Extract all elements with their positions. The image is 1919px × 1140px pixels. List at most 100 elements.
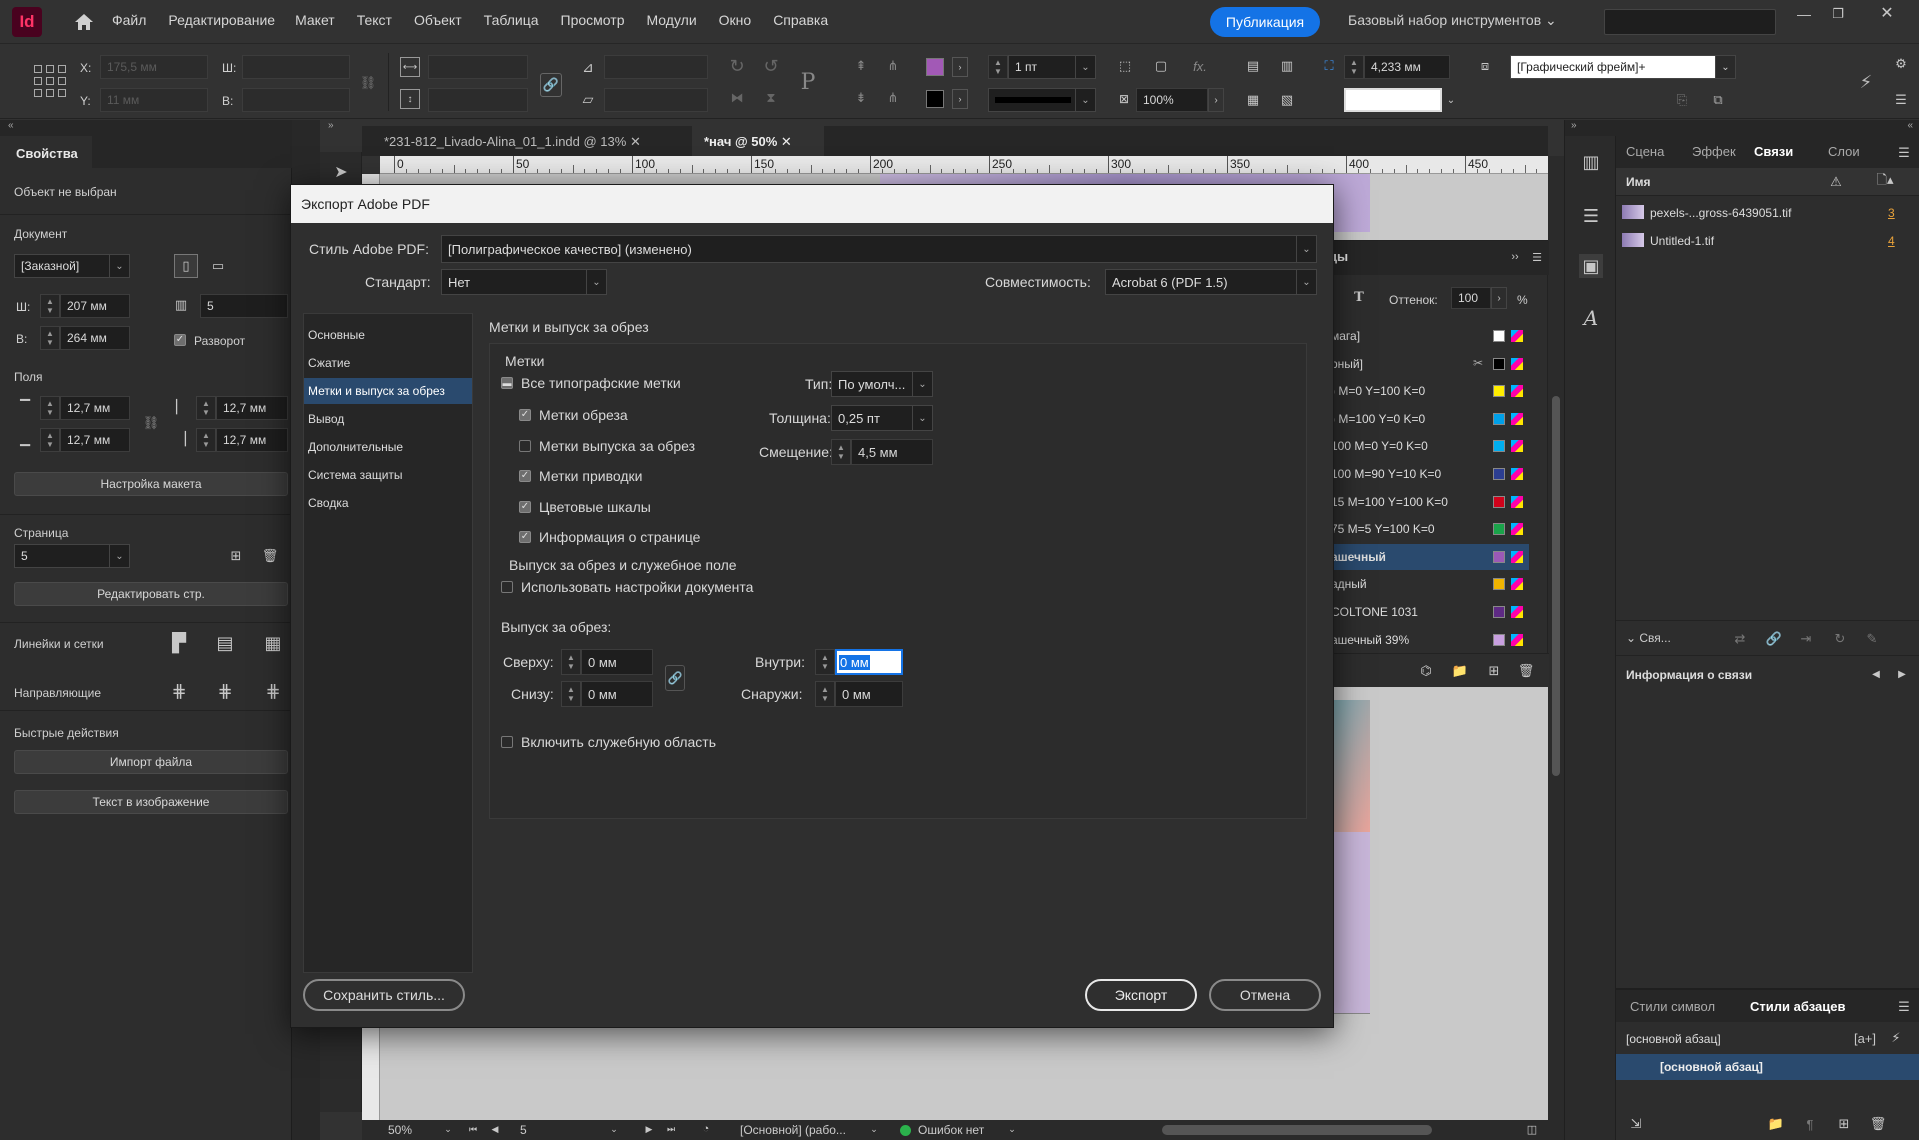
- doc-h-field[interactable]: 264 мм: [60, 326, 130, 350]
- scale-x-icon[interactable]: ⟷: [400, 57, 420, 77]
- horizontal-scrollbar[interactable]: [1162, 1125, 1432, 1135]
- link-page[interactable]: 4: [1888, 234, 1895, 248]
- preflight-profile-icon[interactable]: ◔: [698, 1122, 714, 1136]
- dialog-title-bar[interactable]: Экспорт Adobe PDF: [291, 185, 1333, 223]
- vertical-scrollbar[interactable]: [1548, 156, 1564, 1120]
- effects-fx-icon[interactable]: fx.: [1188, 55, 1212, 77]
- rotate-angle-icon[interactable]: ⊿: [578, 57, 598, 77]
- search-input[interactable]: [1604, 9, 1776, 35]
- errors-status[interactable]: Ошибок нет: [918, 1123, 984, 1137]
- links-tab[interactable]: Связи: [1754, 144, 1793, 159]
- errors-menu-icon[interactable]: ⌄: [1006, 1122, 1018, 1136]
- home-icon[interactable]: [72, 10, 96, 34]
- swatch-new-icon[interactable]: ⊞: [1485, 662, 1503, 680]
- menu-item[interactable]: Таблица: [484, 12, 539, 32]
- para-new-icon[interactable]: ⊞: [1834, 1114, 1854, 1134]
- corner-shape-icon[interactable]: ▢: [1150, 55, 1172, 77]
- wrap-jump-icon[interactable]: ▦: [1242, 89, 1264, 111]
- auto-fit-icon[interactable]: ⛶: [1318, 55, 1340, 77]
- p-transform-icon[interactable]: P: [794, 67, 822, 97]
- links-tab[interactable]: Слои: [1828, 144, 1860, 159]
- h-field[interactable]: [242, 88, 350, 112]
- para-style-row-selected[interactable]: [основной абзац]: [1616, 1054, 1919, 1080]
- swatch-row[interactable]: мага]: [1321, 323, 1529, 349]
- doc-preset-dropdown[interactable]: [Заказной] ⌄: [14, 254, 130, 278]
- ruler-icon[interactable]: ▛: [166, 630, 192, 656]
- relink-icon[interactable]: 🔗: [1764, 629, 1784, 649]
- layout-settings-button[interactable]: Настройка макета: [14, 472, 288, 496]
- goto-link-icon[interactable]: ⇥: [1796, 629, 1816, 649]
- doc-w-spinner[interactable]: ▲ ▼: [40, 294, 60, 318]
- stroke-weight-spinner[interactable]: ▲ ▼: [988, 55, 1008, 79]
- split-view-icon[interactable]: ◫: [1524, 1122, 1540, 1136]
- weight-dropdown[interactable]: 0,25 пт ⌄: [831, 405, 933, 431]
- dialog-nav-item[interactable]: Основные: [304, 322, 472, 348]
- swatch-row[interactable]: 100 M=90 Y=10 K=0: [1321, 461, 1529, 487]
- stroke-type-dropdown[interactable]: ⌄: [988, 88, 1096, 112]
- para-delete-icon[interactable]: 🗑: [1868, 1114, 1888, 1134]
- app-logo[interactable]: Id: [12, 7, 42, 37]
- tab-properties[interactable]: Свойства: [0, 136, 92, 168]
- doc-tab-1[interactable]: *231-812_Livado-Alina_01_1.indd @ 13% ✕: [372, 126, 692, 156]
- next-page-icon[interactable]: ▶: [642, 1122, 656, 1136]
- save-style-button[interactable]: Сохранить стиль...: [303, 979, 465, 1011]
- constrain-link-icon[interactable]: ⛓: [358, 73, 378, 93]
- menu-item[interactable]: Редактирование: [168, 12, 275, 32]
- para-tab[interactable]: Стили символ: [1630, 999, 1715, 1014]
- swatch-row[interactable]: COLTONE 1031: [1321, 599, 1529, 625]
- opacity-icon[interactable]: ⊠: [1114, 89, 1134, 109]
- swatch-row[interactable]: ашечный 39%: [1321, 627, 1529, 653]
- document-grid-icon[interactable]: ▦: [260, 630, 286, 656]
- bleed-link-icon[interactable]: 🔗: [665, 665, 685, 691]
- text-swatch-icon[interactable]: T: [1351, 289, 1367, 305]
- use-doc-settings-checkbox[interactable]: [501, 581, 513, 593]
- select-container-icon[interactable]: ⇞: [850, 55, 872, 77]
- swatch-row[interactable]: адный: [1321, 571, 1529, 597]
- swatch-folder-icon[interactable]: 📁: [1451, 662, 1469, 680]
- dialog-nav-item[interactable]: Метки и выпуск за обрез: [304, 378, 472, 404]
- para-quick-icon[interactable]: ⚡: [1886, 1028, 1906, 1048]
- top-field[interactable]: 0 мм: [581, 649, 653, 675]
- add-page-icon[interactable]: ⊞: [226, 546, 246, 566]
- stroke-menu-icon[interactable]: ›: [952, 89, 968, 109]
- w-field[interactable]: [242, 55, 350, 79]
- outside-spinner[interactable]: ▲ ▼: [815, 681, 835, 707]
- chain-icon[interactable]: 🔗: [540, 73, 562, 97]
- update-link-icon[interactable]: ↻: [1830, 629, 1850, 649]
- text-wrap-icon[interactable]: ▤: [1242, 55, 1264, 77]
- bottom-field[interactable]: 0 мм: [581, 681, 653, 707]
- ref-field[interactable]: 4,233 мм: [1364, 55, 1450, 79]
- slug-checkbox[interactable]: [501, 736, 513, 748]
- opacity-menu-icon[interactable]: ›: [1208, 88, 1224, 112]
- link-page[interactable]: 3: [1888, 206, 1895, 220]
- doc-w-field[interactable]: 207 мм: [60, 294, 130, 318]
- shear-field[interactable]: [604, 88, 708, 112]
- flip-v-icon[interactable]: ⧗: [760, 87, 782, 109]
- swatch-delete-icon[interactable]: 🗑: [1517, 662, 1535, 680]
- lock-guides-icon[interactable]: ⋕: [212, 678, 238, 704]
- page-menu-icon[interactable]: ⌄: [608, 1122, 620, 1136]
- mark-checkbox[interactable]: [519, 439, 531, 452]
- dialog-nav-item[interactable]: Дополнительные: [304, 434, 472, 460]
- para-menu-icon[interactable]: ☰: [1894, 998, 1914, 1016]
- page-status[interactable]: 5: [520, 1123, 527, 1137]
- scale-x-field[interactable]: [428, 55, 528, 79]
- collapse-panel-icon[interactable]: «: [8, 120, 14, 131]
- last-page-icon[interactable]: ⏭: [664, 1122, 678, 1136]
- wrap-around-icon[interactable]: ▥: [1276, 55, 1298, 77]
- margin-top-field[interactable]: 12,7 мм: [60, 396, 130, 420]
- profile-menu-icon[interactable]: ⌄: [868, 1122, 880, 1136]
- swatch-row[interactable]: ) M=100 Y=0 K=0: [1321, 406, 1529, 432]
- para-clear-icon[interactable]: ¶: [1800, 1114, 1820, 1134]
- menu-item[interactable]: Файл: [112, 12, 146, 32]
- layers-panel-icon[interactable]: ☰: [1579, 204, 1603, 228]
- mark-checkbox[interactable]: ✓: [519, 470, 531, 482]
- rotate-cw-icon[interactable]: ↻: [726, 55, 748, 77]
- delete-page-icon[interactable]: 🗑: [260, 546, 280, 566]
- links-collapse-toggle[interactable]: ⌄ Свя...: [1626, 631, 1671, 645]
- inside-field[interactable]: 0 мм: [835, 649, 903, 675]
- select-next-icon[interactable]: ⋔: [882, 87, 904, 109]
- outside-field[interactable]: 0 мм: [835, 681, 903, 707]
- pages-panel-icon[interactable]: ▥: [1579, 150, 1603, 174]
- stroke-style-box[interactable]: [1344, 88, 1442, 112]
